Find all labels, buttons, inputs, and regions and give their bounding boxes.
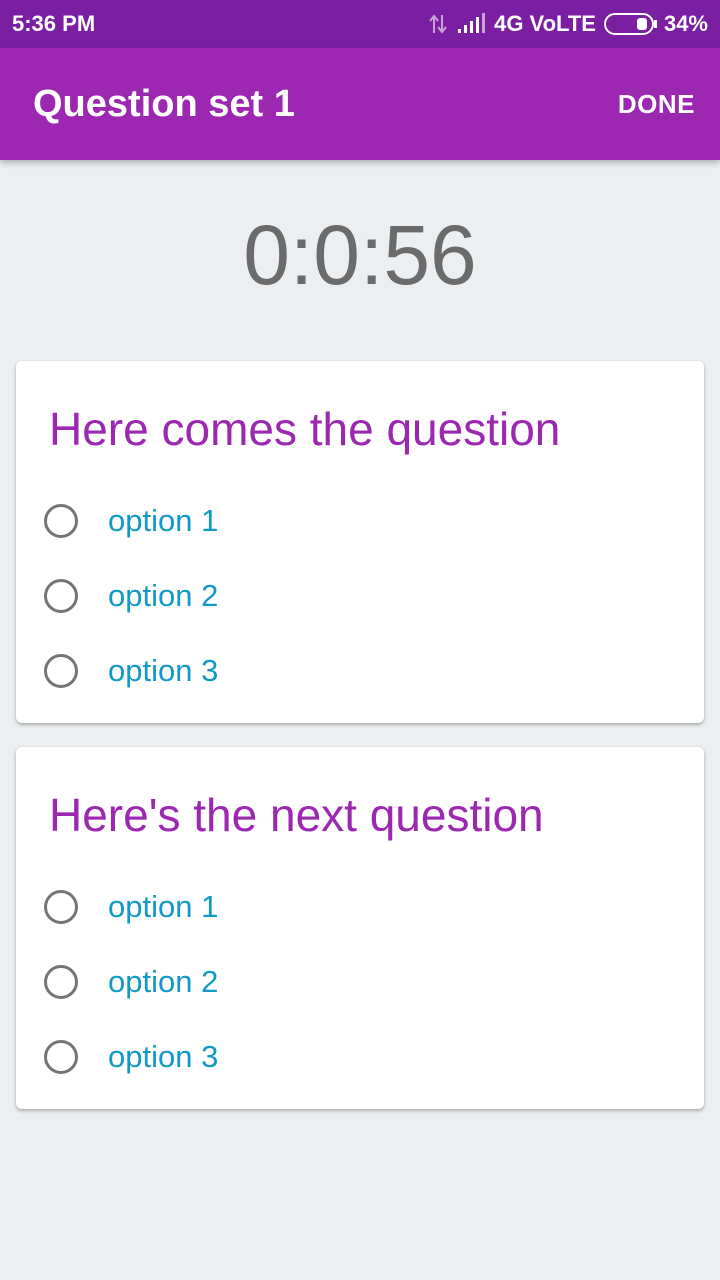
radio-button[interactable] <box>44 579 78 613</box>
question-title: Here's the next question <box>49 789 544 841</box>
radio-button[interactable] <box>44 654 78 688</box>
battery-percent: 34% <box>663 11 708 36</box>
network-type: 4G VoLTE <box>494 11 596 36</box>
option-label[interactable]: option 1 <box>108 503 218 539</box>
battery-icon <box>603 13 657 35</box>
option-label[interactable]: option 1 <box>108 889 218 925</box>
option-row[interactable]: option 3 <box>44 649 218 693</box>
radio-button[interactable] <box>44 965 78 999</box>
battery-indicator: 34% <box>603 11 708 37</box>
option-label[interactable]: option 3 <box>108 1039 218 1075</box>
question-title: Here comes the question <box>49 403 561 455</box>
question-card: Here's the next question option 1 option… <box>16 747 704 1109</box>
option-label[interactable]: option 2 <box>108 578 218 614</box>
radio-button[interactable] <box>44 504 78 538</box>
option-row[interactable]: option 1 <box>44 885 218 929</box>
page-title: Question set 1 <box>33 82 295 125</box>
option-row[interactable]: option 2 <box>44 960 218 1004</box>
done-button[interactable]: DONE <box>618 89 695 120</box>
signal-icon <box>458 13 486 33</box>
question-card: Here comes the question option 1 option … <box>16 361 704 723</box>
option-label[interactable]: option 3 <box>108 653 218 689</box>
radio-button[interactable] <box>44 890 78 924</box>
option-row[interactable]: option 3 <box>44 1035 218 1079</box>
status-time: 5:36 PM <box>12 11 96 36</box>
option-row[interactable]: option 1 <box>44 499 218 543</box>
countdown-timer: 0:0:56 <box>243 208 477 302</box>
radio-button[interactable] <box>44 1040 78 1074</box>
status-bar: 5:36 PM 4G VoLTE 34% <box>0 0 720 48</box>
option-label[interactable]: option 2 <box>108 964 218 1000</box>
app-bar: Question set 1 DONE <box>0 48 720 160</box>
status-icons: 4G VoLTE 34% <box>428 11 708 37</box>
data-transfer-icon <box>429 14 447 34</box>
option-row[interactable]: option 2 <box>44 574 218 618</box>
